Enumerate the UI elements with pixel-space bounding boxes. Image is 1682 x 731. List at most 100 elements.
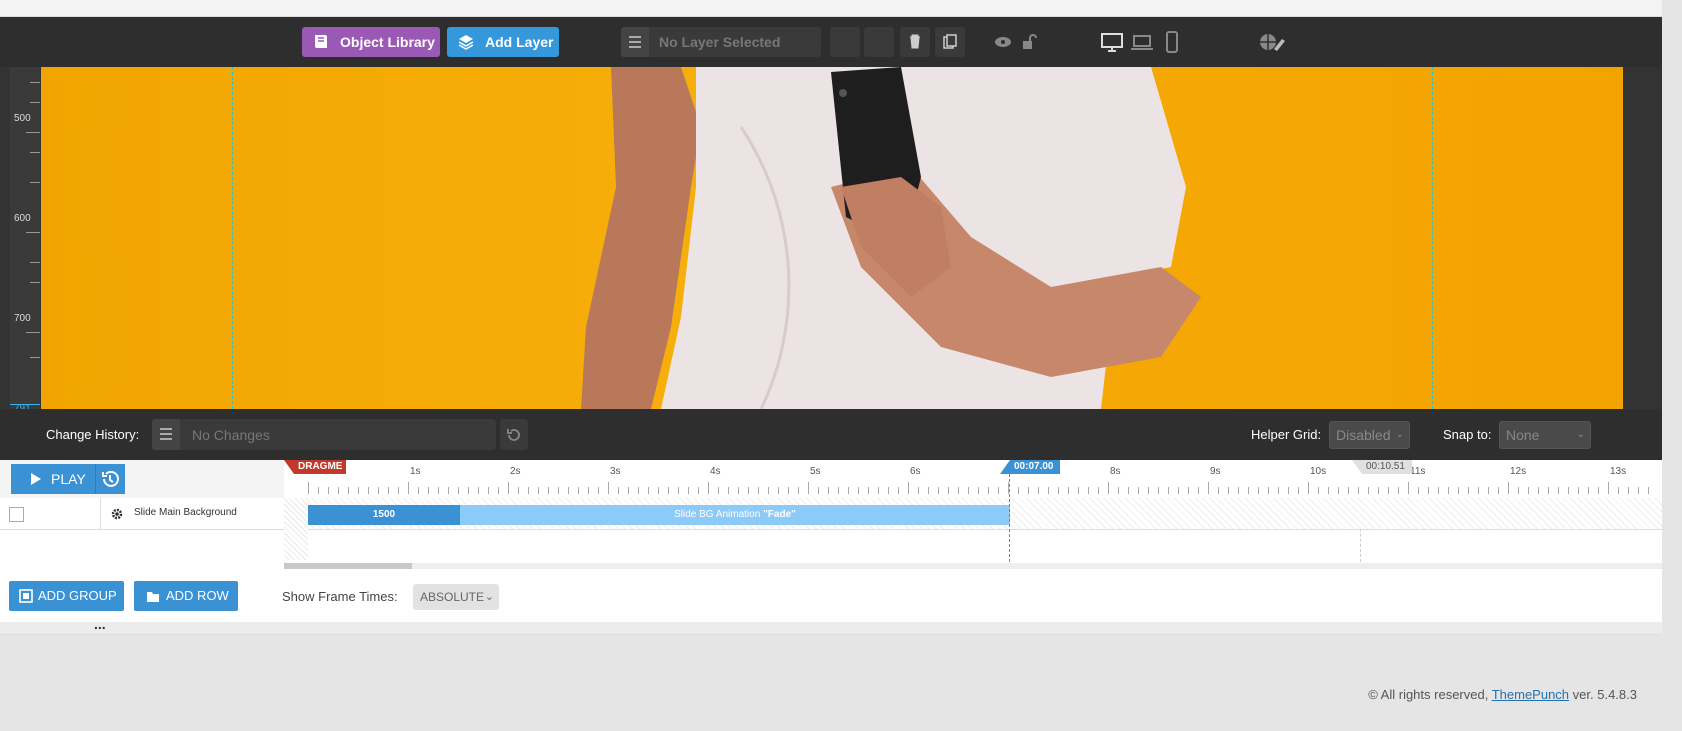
end-time-marker[interactable]: 00:10.51 bbox=[1352, 460, 1412, 474]
snap-to-select[interactable]: None ⌄ bbox=[1499, 421, 1591, 449]
timeline-scrollbar-thumb[interactable] bbox=[284, 563, 412, 569]
timeline-tick bbox=[858, 487, 859, 494]
undo-button[interactable] bbox=[500, 419, 528, 450]
play-label: PLAY bbox=[51, 471, 86, 487]
row-checkbox[interactable] bbox=[9, 507, 24, 522]
global-settings-button[interactable] bbox=[1254, 27, 1288, 57]
chevron-down-icon: ⌄ bbox=[1576, 429, 1585, 440]
timeline-tick bbox=[808, 482, 809, 494]
tick-label: 1s bbox=[410, 466, 421, 477]
bg-animation-duration-bar[interactable]: 1500 bbox=[308, 505, 460, 525]
timeline-tick bbox=[1608, 482, 1609, 494]
timeline-tick bbox=[1268, 487, 1269, 494]
timeline-tick bbox=[958, 487, 959, 494]
bar-anim: "Fade" bbox=[763, 509, 796, 520]
add-layer-button[interactable]: Add Layer bbox=[447, 27, 559, 57]
grid-guide-line bbox=[1432, 67, 1433, 409]
timeline-tick bbox=[1188, 487, 1189, 494]
timeline-tick bbox=[1408, 482, 1409, 494]
timeline-tick bbox=[1308, 482, 1309, 494]
timeline-tick bbox=[1338, 487, 1339, 494]
row-label: Slide Main Background bbox=[134, 507, 237, 518]
timeline-scrollbar[interactable] bbox=[284, 563, 1662, 569]
layer-action-1[interactable] bbox=[830, 27, 860, 57]
timeline-tick bbox=[908, 482, 909, 494]
timeline-tick bbox=[1128, 487, 1129, 494]
timeline-tick bbox=[1348, 487, 1349, 494]
layer-select[interactable]: No Layer Selected bbox=[621, 27, 821, 57]
timeline-tick bbox=[1258, 487, 1259, 494]
dragme-label: DRAGME bbox=[298, 461, 343, 472]
timeline-tick bbox=[608, 482, 609, 494]
menu-icon bbox=[621, 27, 649, 57]
timeline-tick bbox=[838, 487, 839, 494]
object-library-button[interactable]: Object Library bbox=[302, 27, 440, 57]
resize-handle[interactable]: ... bbox=[94, 616, 106, 632]
footer: © All rights reserved, ThemePunch ver. 5… bbox=[1368, 687, 1637, 702]
timeline-tick bbox=[1198, 487, 1199, 494]
timeline-tick bbox=[488, 487, 489, 494]
ruler-label: 700 bbox=[14, 313, 31, 324]
timeline-tick bbox=[528, 487, 529, 494]
timeline-tick bbox=[518, 487, 519, 494]
layer-action-2[interactable] bbox=[864, 27, 894, 57]
time-marker[interactable]: 00:07.00 bbox=[1000, 460, 1060, 474]
bar-label: Slide BG Animation bbox=[674, 509, 761, 520]
grid-guide-line bbox=[232, 67, 233, 409]
timeline-tick bbox=[398, 487, 399, 494]
desktop-view-button[interactable] bbox=[1097, 27, 1127, 57]
timeline-tick bbox=[1298, 487, 1299, 494]
timeline-tick bbox=[1388, 487, 1389, 494]
timeline-tick bbox=[1078, 487, 1079, 494]
resize-bar[interactable]: ... bbox=[0, 616, 1662, 635]
frame-times-select[interactable]: ABSOLUTE ⌄ bbox=[413, 584, 499, 610]
time-marker-label: 00:07.00 bbox=[1014, 461, 1054, 472]
timeline-tick bbox=[1038, 487, 1039, 494]
timeline-tick bbox=[1118, 487, 1119, 494]
timeline-tick bbox=[1458, 487, 1459, 494]
timeline-tick bbox=[1228, 487, 1229, 494]
timeline-tick bbox=[818, 487, 819, 494]
man-with-phone-image bbox=[581, 67, 1201, 409]
timeline-gutter bbox=[284, 498, 308, 560]
trash-icon bbox=[910, 34, 920, 49]
themepunch-link[interactable]: ThemePunch bbox=[1492, 687, 1569, 702]
timeline-tick bbox=[1238, 487, 1239, 494]
helper-grid-select[interactable]: Disabled ⌄ bbox=[1329, 421, 1410, 449]
timeline-tick bbox=[748, 487, 749, 494]
timeline-tick bbox=[538, 487, 539, 494]
timeline-tick bbox=[668, 487, 669, 494]
timeline-tick bbox=[678, 487, 679, 494]
duplicate-layer-button[interactable] bbox=[935, 27, 965, 57]
mobile-view-button[interactable] bbox=[1157, 27, 1187, 57]
gear-icon[interactable] bbox=[110, 507, 124, 521]
delete-layer-button[interactable] bbox=[900, 27, 930, 57]
end-time-label: 00:10.51 bbox=[1366, 461, 1405, 472]
timeline-tick bbox=[1048, 487, 1049, 494]
helper-grid-value: Disabled bbox=[1336, 427, 1391, 443]
timeline-tick bbox=[848, 487, 849, 494]
timeline-tick bbox=[318, 487, 319, 494]
timeline-tick bbox=[868, 487, 869, 494]
lock-toggle[interactable] bbox=[1014, 27, 1044, 57]
change-history-select[interactable]: No Changes bbox=[152, 419, 496, 450]
timeline-tick bbox=[878, 487, 879, 494]
play-icon bbox=[31, 473, 41, 485]
add-row-button[interactable]: ADD ROW bbox=[134, 581, 238, 611]
bg-animation-bar[interactable]: Slide BG Animation "Fade" bbox=[460, 505, 1010, 525]
play-button[interactable]: PLAY bbox=[11, 464, 125, 494]
timeline-tick bbox=[358, 487, 359, 494]
timeline-tick bbox=[918, 487, 919, 494]
timeline-tick bbox=[718, 487, 719, 494]
layers-icon bbox=[458, 35, 474, 50]
timeline-tick bbox=[458, 487, 459, 494]
dragme-handle[interactable]: DRAGME bbox=[284, 460, 346, 474]
timeline-tick bbox=[948, 487, 949, 494]
timeline-tick bbox=[1138, 487, 1139, 494]
timeline-tick bbox=[1418, 487, 1419, 494]
tick-label: 13s bbox=[1610, 466, 1627, 477]
add-group-button[interactable]: ADD GROUP bbox=[9, 581, 124, 611]
timeline-tick bbox=[568, 487, 569, 494]
timeline-tick bbox=[688, 487, 689, 494]
laptop-view-button[interactable] bbox=[1127, 27, 1157, 57]
